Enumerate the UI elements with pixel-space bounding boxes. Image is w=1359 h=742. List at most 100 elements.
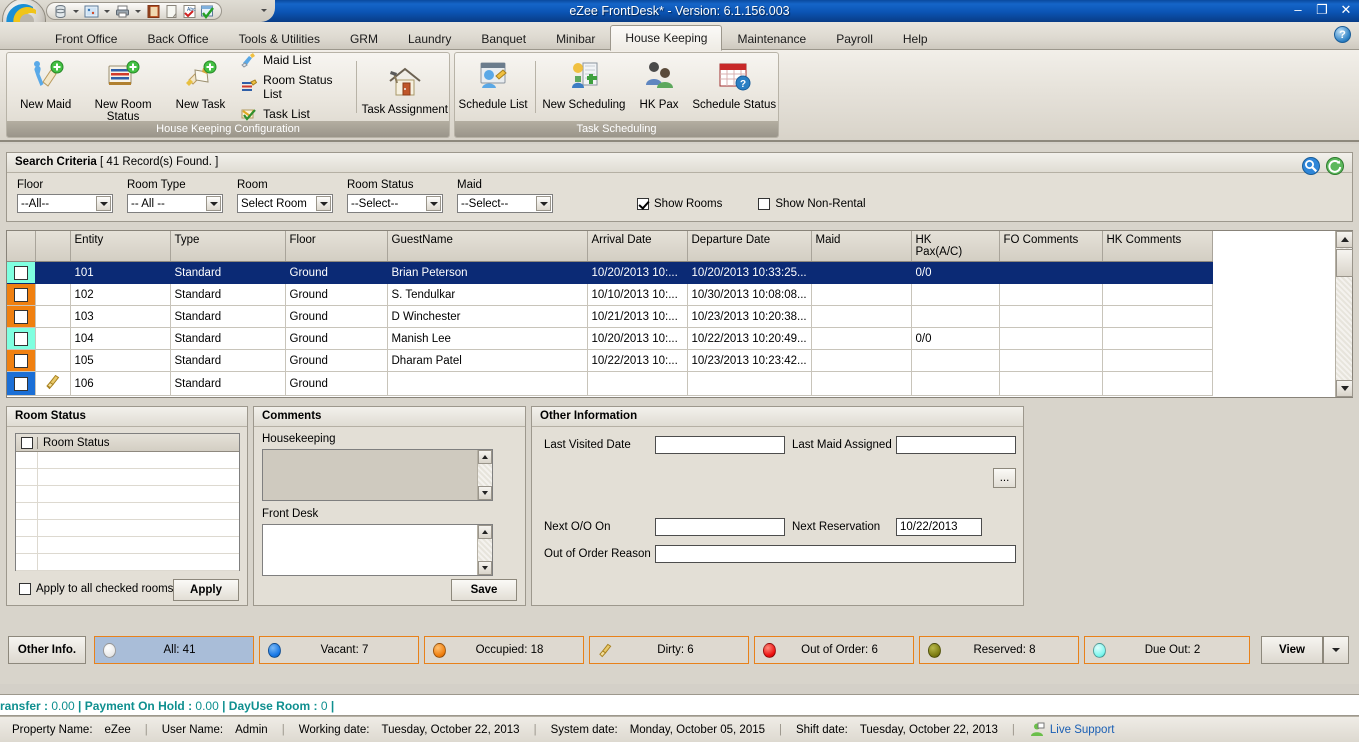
list-item[interactable] xyxy=(16,469,239,486)
browse-maid-button[interactable]: ... xyxy=(993,468,1016,488)
legend-reserved[interactable]: Reserved: 8 xyxy=(919,636,1079,664)
show-non-rental-checkbox-box[interactable] xyxy=(758,198,770,210)
maid-dropdown-button[interactable] xyxy=(536,196,551,211)
tab-front-office[interactable]: Front Office xyxy=(40,27,132,50)
show-rooms-checkbox-box[interactable] xyxy=(637,198,649,210)
ribbon-button-task-assignment[interactable]: Task Assignment xyxy=(361,53,449,121)
list-item[interactable] xyxy=(16,554,239,571)
room-dropdown-button[interactable] xyxy=(316,196,331,211)
ribbon-button-new-scheduling[interactable]: New Scheduling xyxy=(540,53,628,121)
col-arrival-date[interactable]: Arrival Date xyxy=(587,231,687,262)
legend-out-of-order[interactable]: Out of Order: 6 xyxy=(754,636,914,664)
col-entity[interactable]: Entity xyxy=(70,231,170,262)
front-desk-comment-scrollbar[interactable] xyxy=(477,525,492,575)
restore-button[interactable]: ❐ xyxy=(1313,2,1331,18)
search-icon[interactable] xyxy=(1302,157,1320,175)
ribbon-button-new-task[interactable]: New Task xyxy=(162,53,239,121)
ribbon-button-new-maid[interactable]: New Maid xyxy=(7,53,84,121)
scroll-up-button[interactable] xyxy=(1336,231,1353,248)
table-row[interactable]: 101 Standard Ground Brian Peterson 10/20… xyxy=(7,262,1212,284)
col-fo-comments[interactable]: FO Comments xyxy=(999,231,1102,262)
apply-all-checkbox-box[interactable] xyxy=(19,583,31,595)
other-info-button[interactable]: Other Info. xyxy=(8,636,86,664)
col-guest-name[interactable]: GuestName xyxy=(387,231,587,262)
grid-vertical-scrollbar[interactable] xyxy=(1335,231,1352,397)
list-item[interactable] xyxy=(16,452,239,469)
room-select[interactable]: Select Room xyxy=(237,194,333,213)
tab-back-office[interactable]: Back Office xyxy=(132,27,223,50)
row-checkbox[interactable] xyxy=(14,332,28,346)
scroll-up-button[interactable] xyxy=(478,450,492,464)
room-status-select[interactable]: --Select-- xyxy=(347,194,443,213)
apply-to-all-checked-rooms-checkbox[interactable]: Apply to all checked rooms xyxy=(19,583,173,595)
tab-grm[interactable]: GRM xyxy=(335,27,393,50)
table-row[interactable]: 106 Standard Ground xyxy=(7,372,1212,396)
view-dropdown-button[interactable] xyxy=(1323,636,1349,664)
tab-tools-utilities[interactable]: Tools & Utilities xyxy=(224,27,335,50)
table-row[interactable]: 105 Standard Ground Dharam Patel 10/22/2… xyxy=(7,350,1212,372)
scroll-up-button[interactable] xyxy=(478,525,492,539)
list-item[interactable] xyxy=(16,520,239,537)
room-type-dropdown-button[interactable] xyxy=(206,196,221,211)
housekeeping-comment-scrollbar[interactable] xyxy=(477,450,492,500)
apply-button[interactable]: Apply xyxy=(173,579,239,601)
room-status-list[interactable]: Room Status xyxy=(15,433,240,571)
floor-dropdown-button[interactable] xyxy=(96,196,111,211)
table-row[interactable]: 104 Standard Ground Manish Lee 10/20/201… xyxy=(7,328,1212,350)
tab-payroll[interactable]: Payroll xyxy=(821,27,888,50)
ribbon-button-room-status-list[interactable]: Room Status List xyxy=(241,73,345,101)
view-button[interactable]: View xyxy=(1261,636,1323,664)
ribbon-button-schedule-list[interactable]: Schedule List xyxy=(455,53,531,121)
list-item[interactable] xyxy=(16,486,239,503)
scroll-down-button[interactable] xyxy=(478,486,492,500)
tab-maintenance[interactable]: Maintenance xyxy=(722,27,821,50)
save-button[interactable]: Save xyxy=(451,579,517,601)
col-select-all[interactable] xyxy=(7,231,35,262)
row-checkbox[interactable] xyxy=(14,354,28,368)
out-of-order-reason-input[interactable] xyxy=(655,545,1016,563)
minimize-button[interactable]: – xyxy=(1289,2,1307,18)
live-support-link[interactable]: Live Support xyxy=(1050,724,1115,736)
row-select-checkbox-cell[interactable] xyxy=(7,262,35,284)
legend-due-out[interactable]: Due Out: 2 xyxy=(1084,636,1250,664)
legend-occupied[interactable]: Occupied: 18 xyxy=(424,636,584,664)
table-row[interactable]: 103 Standard Ground D Winchester 10/21/2… xyxy=(7,306,1212,328)
last-maid-assigned-input[interactable] xyxy=(896,436,1016,454)
legend-dirty[interactable]: Dirty: 6 xyxy=(589,636,749,664)
front-desk-comment-textarea[interactable] xyxy=(262,524,493,576)
list-item[interactable] xyxy=(16,537,239,554)
housekeeping-comment-textarea[interactable] xyxy=(262,449,493,501)
col-floor[interactable]: Floor xyxy=(285,231,387,262)
ribbon-button-task-list[interactable]: Task List xyxy=(241,106,345,122)
row-checkbox[interactable] xyxy=(14,310,28,324)
col-hk-pax[interactable]: HK Pax(A/C) xyxy=(911,231,999,262)
col-maid[interactable]: Maid xyxy=(811,231,911,262)
ribbon-button-schedule-status[interactable]: ? Schedule Status xyxy=(690,53,778,121)
col-departure-date[interactable]: Departure Date xyxy=(687,231,811,262)
tab-house-keeping[interactable]: House Keeping xyxy=(610,25,722,51)
col-type[interactable]: Type xyxy=(170,231,285,262)
ribbon-button-new-room-status[interactable]: New Room Status xyxy=(84,53,161,121)
scroll-down-button[interactable] xyxy=(478,561,492,575)
legend-vacant[interactable]: Vacant: 7 xyxy=(259,636,419,664)
close-button[interactable]: ✕ xyxy=(1337,2,1355,18)
row-checkbox[interactable] xyxy=(14,288,28,302)
room-status-select-all-cell[interactable] xyxy=(16,437,38,449)
row-select-checkbox-cell[interactable] xyxy=(7,306,35,328)
row-select-checkbox-cell[interactable] xyxy=(7,350,35,372)
help-icon[interactable]: ? xyxy=(1334,26,1351,43)
list-item[interactable] xyxy=(16,503,239,520)
scrollbar-thumb[interactable] xyxy=(1336,249,1353,277)
show-non-rental-checkbox[interactable]: Show Non-Rental xyxy=(758,198,865,210)
row-checkbox[interactable] xyxy=(14,266,28,280)
scroll-down-button[interactable] xyxy=(1336,380,1353,397)
next-reservation-input[interactable]: 10/22/2013 xyxy=(896,518,982,536)
row-select-checkbox-cell[interactable] xyxy=(7,372,35,396)
tab-laundry[interactable]: Laundry xyxy=(393,27,466,50)
tab-help[interactable]: Help xyxy=(888,27,943,50)
legend-all[interactable]: All: 41 xyxy=(94,636,254,664)
next-oo-on-input[interactable] xyxy=(655,518,785,536)
room-status-dropdown-button[interactable] xyxy=(426,196,441,211)
room-type-select[interactable]: -- All -- xyxy=(127,194,223,213)
rooms-grid[interactable]: Entity Type Floor GuestName Arrival Date… xyxy=(6,230,1353,398)
